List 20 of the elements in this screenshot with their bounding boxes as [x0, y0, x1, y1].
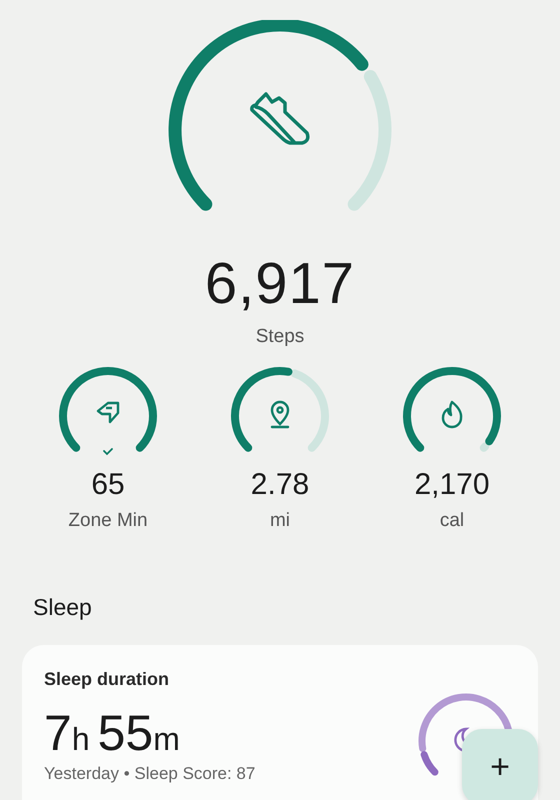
stat-label: cal	[440, 510, 464, 532]
location-pin-icon	[270, 400, 290, 428]
progress-fill	[420, 751, 438, 776]
stat-value: 65	[91, 468, 125, 502]
stat-label: mi	[270, 510, 290, 532]
flame-icon	[442, 400, 462, 428]
steps-count: 6,917	[204, 252, 356, 316]
section-title: Sleep	[32, 593, 93, 621]
card-title: Sleep duration	[44, 669, 170, 690]
check-icon	[103, 448, 113, 456]
arrows-icon	[96, 402, 120, 424]
add-button[interactable]: +	[462, 729, 538, 800]
stat-label: Zone Min	[68, 510, 148, 532]
steps-label: Steps	[256, 326, 304, 348]
stat-value: 2.78	[250, 468, 310, 502]
sleep-duration-value: 7h 55m	[44, 704, 181, 762]
progress-track	[480, 442, 490, 452]
sleep-summary: Yesterday • Sleep Score: 87	[44, 764, 256, 784]
shoe-icon	[250, 92, 310, 145]
stat-value: 2,170	[414, 468, 490, 502]
